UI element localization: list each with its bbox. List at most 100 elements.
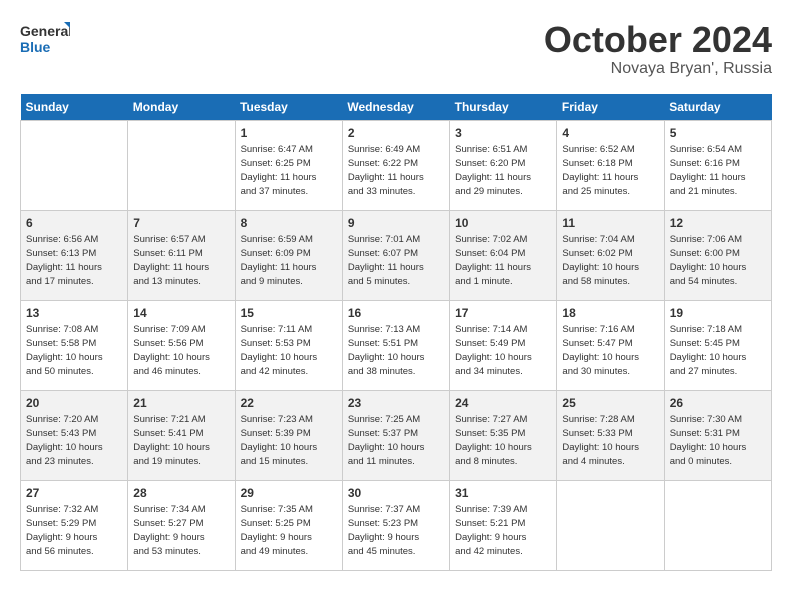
day-info: Sunrise: 7:08 AM Sunset: 5:58 PM Dayligh…	[26, 323, 122, 378]
day-number: 15	[241, 305, 337, 322]
day-number: 13	[26, 305, 122, 322]
day-cell: 27Sunrise: 7:32 AM Sunset: 5:29 PM Dayli…	[21, 480, 128, 570]
day-info: Sunrise: 7:14 AM Sunset: 5:49 PM Dayligh…	[455, 323, 551, 378]
day-number: 14	[133, 305, 229, 322]
day-number: 30	[348, 485, 444, 502]
day-number: 9	[348, 215, 444, 232]
svg-text:Blue: Blue	[20, 39, 51, 55]
day-cell: 18Sunrise: 7:16 AM Sunset: 5:47 PM Dayli…	[557, 300, 664, 390]
day-cell: 15Sunrise: 7:11 AM Sunset: 5:53 PM Dayli…	[235, 300, 342, 390]
day-info: Sunrise: 7:20 AM Sunset: 5:43 PM Dayligh…	[26, 413, 122, 468]
day-cell: 14Sunrise: 7:09 AM Sunset: 5:56 PM Dayli…	[128, 300, 235, 390]
day-cell: 12Sunrise: 7:06 AM Sunset: 6:00 PM Dayli…	[664, 210, 771, 300]
day-info: Sunrise: 7:11 AM Sunset: 5:53 PM Dayligh…	[241, 323, 337, 378]
day-number: 16	[348, 305, 444, 322]
day-cell: 6Sunrise: 6:56 AM Sunset: 6:13 PM Daylig…	[21, 210, 128, 300]
day-number: 19	[670, 305, 766, 322]
day-info: Sunrise: 6:47 AM Sunset: 6:25 PM Dayligh…	[241, 143, 337, 198]
day-cell: 20Sunrise: 7:20 AM Sunset: 5:43 PM Dayli…	[21, 390, 128, 480]
day-info: Sunrise: 6:49 AM Sunset: 6:22 PM Dayligh…	[348, 143, 444, 198]
day-cell: 22Sunrise: 7:23 AM Sunset: 5:39 PM Dayli…	[235, 390, 342, 480]
day-number: 28	[133, 485, 229, 502]
day-info: Sunrise: 7:06 AM Sunset: 6:00 PM Dayligh…	[670, 233, 766, 288]
header-wednesday: Wednesday	[342, 94, 449, 121]
week-row-4: 20Sunrise: 7:20 AM Sunset: 5:43 PM Dayli…	[21, 390, 772, 480]
logo: General Blue	[20, 20, 70, 64]
day-number: 7	[133, 215, 229, 232]
week-row-3: 13Sunrise: 7:08 AM Sunset: 5:58 PM Dayli…	[21, 300, 772, 390]
day-info: Sunrise: 7:23 AM Sunset: 5:39 PM Dayligh…	[241, 413, 337, 468]
header-friday: Friday	[557, 94, 664, 121]
day-info: Sunrise: 6:56 AM Sunset: 6:13 PM Dayligh…	[26, 233, 122, 288]
day-info: Sunrise: 7:37 AM Sunset: 5:23 PM Dayligh…	[348, 503, 444, 558]
header-thursday: Thursday	[450, 94, 557, 121]
day-number: 11	[562, 215, 658, 232]
day-cell: 2Sunrise: 6:49 AM Sunset: 6:22 PM Daylig…	[342, 120, 449, 210]
day-info: Sunrise: 7:09 AM Sunset: 5:56 PM Dayligh…	[133, 323, 229, 378]
day-cell: 31Sunrise: 7:39 AM Sunset: 5:21 PM Dayli…	[450, 480, 557, 570]
month-title: October 2024	[544, 20, 772, 60]
day-info: Sunrise: 7:34 AM Sunset: 5:27 PM Dayligh…	[133, 503, 229, 558]
header: General Blue October 2024 Novaya Bryan',…	[20, 20, 772, 78]
header-sunday: Sunday	[21, 94, 128, 121]
day-number: 5	[670, 125, 766, 142]
day-info: Sunrise: 7:30 AM Sunset: 5:31 PM Dayligh…	[670, 413, 766, 468]
day-cell: 9Sunrise: 7:01 AM Sunset: 6:07 PM Daylig…	[342, 210, 449, 300]
day-cell	[21, 120, 128, 210]
day-cell: 24Sunrise: 7:27 AM Sunset: 5:35 PM Dayli…	[450, 390, 557, 480]
day-cell: 25Sunrise: 7:28 AM Sunset: 5:33 PM Dayli…	[557, 390, 664, 480]
day-cell	[128, 120, 235, 210]
day-cell	[557, 480, 664, 570]
day-info: Sunrise: 6:51 AM Sunset: 6:20 PM Dayligh…	[455, 143, 551, 198]
day-info: Sunrise: 7:01 AM Sunset: 6:07 PM Dayligh…	[348, 233, 444, 288]
day-info: Sunrise: 7:28 AM Sunset: 5:33 PM Dayligh…	[562, 413, 658, 468]
day-info: Sunrise: 7:18 AM Sunset: 5:45 PM Dayligh…	[670, 323, 766, 378]
day-info: Sunrise: 7:27 AM Sunset: 5:35 PM Dayligh…	[455, 413, 551, 468]
day-cell: 10Sunrise: 7:02 AM Sunset: 6:04 PM Dayli…	[450, 210, 557, 300]
header-row: SundayMondayTuesdayWednesdayThursdayFrid…	[21, 94, 772, 121]
day-info: Sunrise: 7:32 AM Sunset: 5:29 PM Dayligh…	[26, 503, 122, 558]
day-number: 17	[455, 305, 551, 322]
day-info: Sunrise: 7:35 AM Sunset: 5:25 PM Dayligh…	[241, 503, 337, 558]
day-number: 26	[670, 395, 766, 412]
day-number: 21	[133, 395, 229, 412]
calendar-table: SundayMondayTuesdayWednesdayThursdayFrid…	[20, 94, 772, 571]
day-number: 18	[562, 305, 658, 322]
day-cell: 23Sunrise: 7:25 AM Sunset: 5:37 PM Dayli…	[342, 390, 449, 480]
day-number: 6	[26, 215, 122, 232]
svg-text:General: General	[20, 23, 70, 39]
header-saturday: Saturday	[664, 94, 771, 121]
day-cell: 21Sunrise: 7:21 AM Sunset: 5:41 PM Dayli…	[128, 390, 235, 480]
day-number: 31	[455, 485, 551, 502]
day-info: Sunrise: 6:59 AM Sunset: 6:09 PM Dayligh…	[241, 233, 337, 288]
day-info: Sunrise: 7:13 AM Sunset: 5:51 PM Dayligh…	[348, 323, 444, 378]
header-tuesday: Tuesday	[235, 94, 342, 121]
day-number: 1	[241, 125, 337, 142]
day-number: 4	[562, 125, 658, 142]
title-area: October 2024 Novaya Bryan', Russia	[544, 20, 772, 78]
day-cell: 13Sunrise: 7:08 AM Sunset: 5:58 PM Dayli…	[21, 300, 128, 390]
day-cell: 16Sunrise: 7:13 AM Sunset: 5:51 PM Dayli…	[342, 300, 449, 390]
day-number: 22	[241, 395, 337, 412]
location-subtitle: Novaya Bryan', Russia	[544, 60, 772, 78]
day-number: 3	[455, 125, 551, 142]
day-number: 29	[241, 485, 337, 502]
day-cell: 11Sunrise: 7:04 AM Sunset: 6:02 PM Dayli…	[557, 210, 664, 300]
day-cell: 7Sunrise: 6:57 AM Sunset: 6:11 PM Daylig…	[128, 210, 235, 300]
day-number: 12	[670, 215, 766, 232]
week-row-5: 27Sunrise: 7:32 AM Sunset: 5:29 PM Dayli…	[21, 480, 772, 570]
day-number: 24	[455, 395, 551, 412]
day-cell: 4Sunrise: 6:52 AM Sunset: 6:18 PM Daylig…	[557, 120, 664, 210]
day-number: 2	[348, 125, 444, 142]
logo-svg: General Blue	[20, 20, 70, 64]
day-info: Sunrise: 6:54 AM Sunset: 6:16 PM Dayligh…	[670, 143, 766, 198]
day-info: Sunrise: 7:16 AM Sunset: 5:47 PM Dayligh…	[562, 323, 658, 378]
day-cell: 17Sunrise: 7:14 AM Sunset: 5:49 PM Dayli…	[450, 300, 557, 390]
day-info: Sunrise: 6:57 AM Sunset: 6:11 PM Dayligh…	[133, 233, 229, 288]
header-monday: Monday	[128, 94, 235, 121]
day-cell: 1Sunrise: 6:47 AM Sunset: 6:25 PM Daylig…	[235, 120, 342, 210]
day-info: Sunrise: 7:25 AM Sunset: 5:37 PM Dayligh…	[348, 413, 444, 468]
day-cell: 28Sunrise: 7:34 AM Sunset: 5:27 PM Dayli…	[128, 480, 235, 570]
day-info: Sunrise: 7:39 AM Sunset: 5:21 PM Dayligh…	[455, 503, 551, 558]
week-row-2: 6Sunrise: 6:56 AM Sunset: 6:13 PM Daylig…	[21, 210, 772, 300]
